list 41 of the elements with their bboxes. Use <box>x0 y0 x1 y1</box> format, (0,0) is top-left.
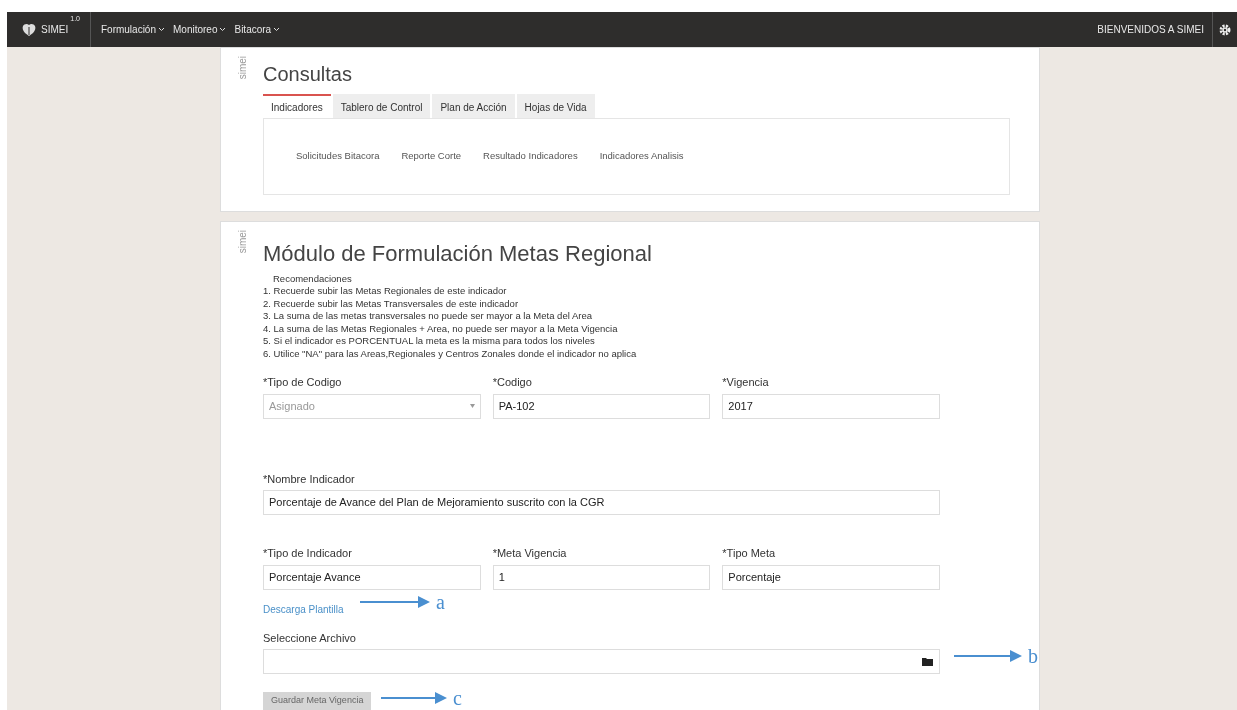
field-label: *Tipo Meta <box>722 546 777 561</box>
download-template-link[interactable]: Descarga Plantilla <box>263 601 344 616</box>
tab[interactable]: Plan de Acción <box>432 94 515 118</box>
field-label: *Codigo <box>492 375 533 390</box>
field-label: *Tipo de Codigo <box>263 375 343 390</box>
recommendation-item: 2. Recuerde subir las Metas Transversales de este indicador <box>263 297 520 310</box>
input-field[interactable]: Porcentaje Avance <box>263 564 481 590</box>
recommendation-item: 3. La suma de las metas transversales no puede ser mayor a la Meta del Area <box>263 310 593 323</box>
save-button[interactable]: Guardar Meta Vigencia <box>263 692 372 710</box>
input-field[interactable]: 2017 <box>722 393 940 419</box>
report-link[interactable]: Resultado Indicadores <box>483 149 578 164</box>
side-label: simei <box>235 56 249 80</box>
annotation-letter: c <box>453 688 462 708</box>
recommendation-item: 6. Utilice "NA" para las Areas,Regionales y Centros Zonales donde el indicador no aplica <box>263 347 638 360</box>
report-link[interactable]: Indicadores Analisis <box>599 149 684 164</box>
input-field[interactable]: PA-102 <box>492 393 711 419</box>
field-label: *Vigencia <box>722 375 770 390</box>
recommendation-item: 1. Recuerde subir las Metas Regionales de este indicador <box>263 285 508 298</box>
recommendation-item: 4. La suma de las Metas Regionales + Area, no puede ser mayor a la Meta Vigencia <box>263 322 619 335</box>
input-field[interactable]: 1 <box>492 564 711 590</box>
annotation-letter: a <box>436 592 445 612</box>
recommendation-item: 5. Si el indicador es PORCENTUAL la meta es la misma para todos los niveles <box>263 335 596 348</box>
field-label: *Tipo de Indicador <box>263 546 353 561</box>
field-label: Seleccione Archivo <box>263 630 357 646</box>
section-title: Consultas <box>263 62 353 86</box>
report-link[interactable]: Solicitudes Bitacora <box>296 149 380 164</box>
field-label: *Nombre Indicador <box>263 471 356 487</box>
side-label: simei <box>235 230 249 254</box>
input-field[interactable]: Porcentaje <box>722 564 940 590</box>
report-link[interactable]: Reporte Corte <box>401 149 462 164</box>
module-title: Módulo de Formulación Metas Regional <box>263 240 653 268</box>
field-label: *Meta Vigencia <box>492 546 568 561</box>
brand-name[interactable]: SIMEI <box>41 22 69 37</box>
nav-menu[interactable]: Monitoreo <box>173 22 227 37</box>
tab[interactable]: Tablero de Control <box>332 94 431 118</box>
tab[interactable]: Hojas de Vida <box>516 94 595 118</box>
input-field[interactable]: Porcentaje de Avance del Plan de Mejoramiento suscrito con la CGR <box>263 490 940 515</box>
nav-menu[interactable]: Formulación <box>100 22 165 37</box>
recommendations-heading: Recomendaciones <box>272 272 353 285</box>
annotation-letter: b <box>1028 646 1038 666</box>
nav-menu[interactable]: Bitacora <box>234 22 281 37</box>
